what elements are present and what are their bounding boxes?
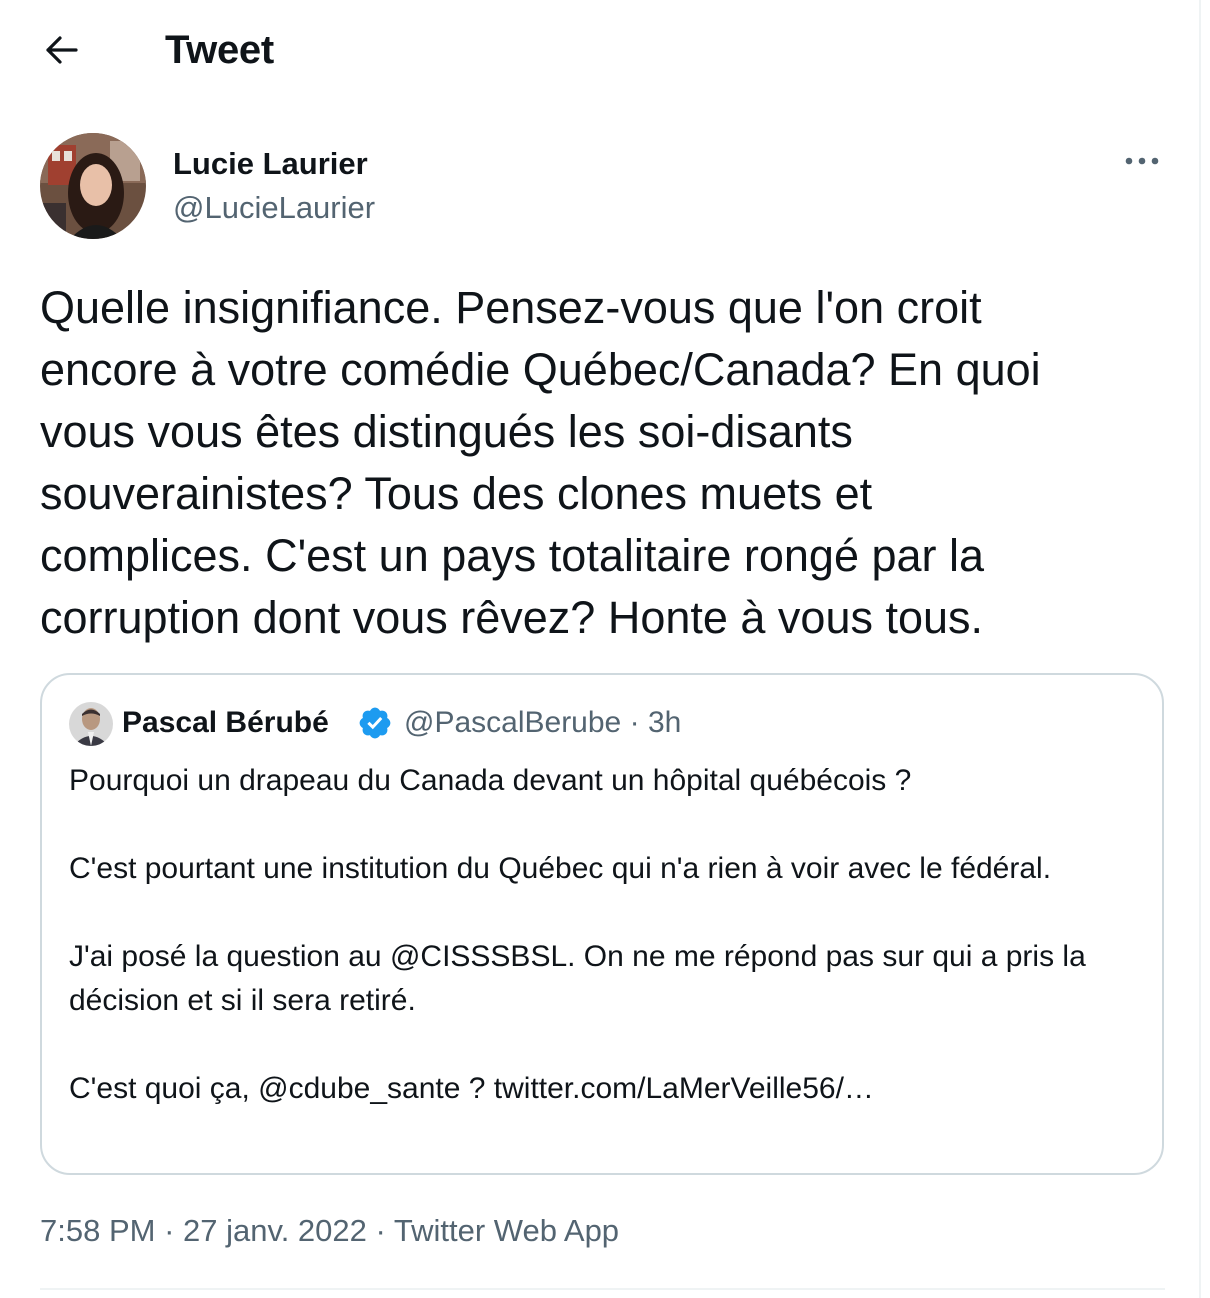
quoted-author-name[interactable]: Pascal Bérubé — [122, 706, 329, 740]
meta-separator: · — [375, 1213, 386, 1248]
verified-badge-icon — [357, 705, 393, 741]
header: Tweet — [0, 0, 1200, 100]
meta-separator: · — [164, 1213, 175, 1248]
more-button[interactable] — [1112, 140, 1172, 184]
divider — [40, 1288, 1165, 1290]
quoted-author-handle[interactable]: @PascalBerube — [404, 706, 621, 739]
quoted-author-avatar[interactable] — [69, 702, 113, 746]
quoted-paragraph: Pourquoi un drapeau du Canada devant un … — [69, 764, 912, 797]
tweet-time[interactable]: 7:58 PM — [40, 1213, 155, 1248]
author-handle[interactable]: @LucieLaurier — [173, 190, 375, 226]
back-button[interactable] — [32, 22, 92, 82]
author-name[interactable]: Lucie Laurier — [173, 146, 368, 182]
quoted-tweet-card[interactable]: Pascal Bérubé @PascalBerube · 3h Pourquo… — [40, 673, 1164, 1175]
page-title: Tweet — [165, 28, 274, 72]
quoted-paragraph: C'est quoi ça, @cdube_sante ? twitter.co… — [69, 1072, 874, 1105]
arrow-left-icon — [45, 35, 79, 70]
tweet-detail-panel: Tweet Lucie Laurier @LucieLaurier Quelle… — [0, 0, 1201, 1298]
more-horizontal-icon — [1124, 153, 1160, 171]
quoted-tweet-text: Pourquoi un drapeau du Canada devant un … — [69, 759, 1129, 1111]
tweet-timestamp-meta: 7:58 PM · 27 janv. 2022 · Twitter Web Ap… — [40, 1213, 619, 1249]
quoted-paragraph: C'est pourtant une institution du Québec… — [69, 852, 1052, 885]
author-avatar[interactable] — [40, 133, 146, 239]
quoted-tweet-time[interactable]: 3h — [648, 706, 681, 739]
quoted-paragraph: J'ai posé la question au @CISSSBSL. On n… — [69, 940, 1086, 1017]
tweet-source[interactable]: Twitter Web App — [394, 1213, 619, 1248]
tweet-date[interactable]: 27 janv. 2022 — [183, 1213, 367, 1248]
quoted-tweet-meta: @PascalBerube · 3h — [404, 706, 681, 740]
meta-separator: · — [629, 706, 640, 739]
tweet-text: Quelle insignifiance. Pensez-vous que l'… — [40, 282, 1041, 643]
